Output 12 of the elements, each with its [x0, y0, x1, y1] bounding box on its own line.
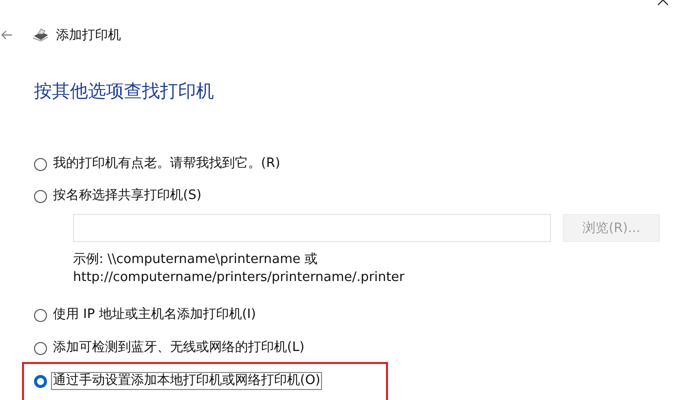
example-text: 示例: \\computername\printername 或	[73, 251, 319, 269]
example-text: http://computername/printers/printername/.printer	[73, 269, 406, 287]
back-arrow-icon[interactable]	[1, 30, 13, 40]
radio-option[interactable]: 添加可检测到蓝牙、无线或网络的打印机(L)	[34, 338, 680, 358]
radio-option[interactable]: 通过手动设置添加本地打印机或网络打印机(O)	[34, 371, 680, 391]
printer-icon	[32, 28, 49, 42]
printer-name-field[interactable]	[73, 214, 551, 242]
page-heading: 按其他选项查找打印机	[34, 80, 215, 104]
radio-option[interactable]: 使用 IP 地址或主机名添加打印机(I)	[34, 305, 680, 325]
window-title: 添加打印机	[56, 27, 121, 44]
radio-option[interactable]: 我的打印机有点老。请帮我找到它。(R)	[34, 154, 680, 174]
radio-option[interactable]: 按名称选择共享打印机(S)	[34, 186, 680, 206]
